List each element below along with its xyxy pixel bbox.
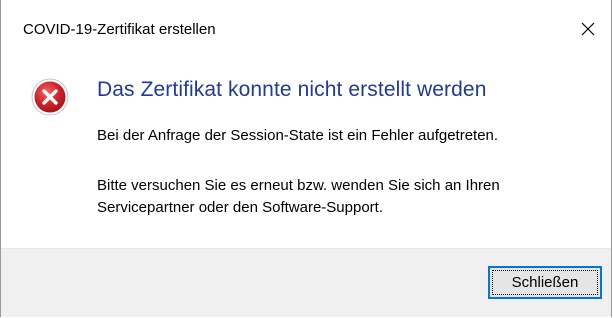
- dialog-content: Das Zertifikat konnte nicht erstellt wer…: [1, 58, 611, 248]
- close-button[interactable]: Schließen: [488, 266, 602, 299]
- close-window-button[interactable]: [565, 0, 611, 58]
- error-dialog: COVID-19-Zertifikat erstellen Das Zertif…: [0, 0, 612, 317]
- close-icon: [581, 22, 595, 36]
- help-message-line-1: Bitte versuchen Sie es erneut bzw. wende…: [97, 177, 500, 194]
- window-title: COVID-19-Zertifikat erstellen: [23, 21, 216, 38]
- close-button-label: Schließen: [511, 274, 579, 291]
- dialog-footer: Schließen: [1, 248, 611, 317]
- help-message-line-2: Servicepartner oder den Software-Support…: [97, 199, 383, 216]
- help-message: Bitte versuchen Sie es erneut bzw. wende…: [97, 175, 500, 219]
- error-heading: Das Zertifikat konnte nicht erstellt wer…: [97, 78, 487, 101]
- error-icon: [31, 78, 69, 116]
- error-message: Bei der Anfrage der Session-State ist ei…: [97, 127, 499, 144]
- title-bar: COVID-19-Zertifikat erstellen: [1, 0, 611, 58]
